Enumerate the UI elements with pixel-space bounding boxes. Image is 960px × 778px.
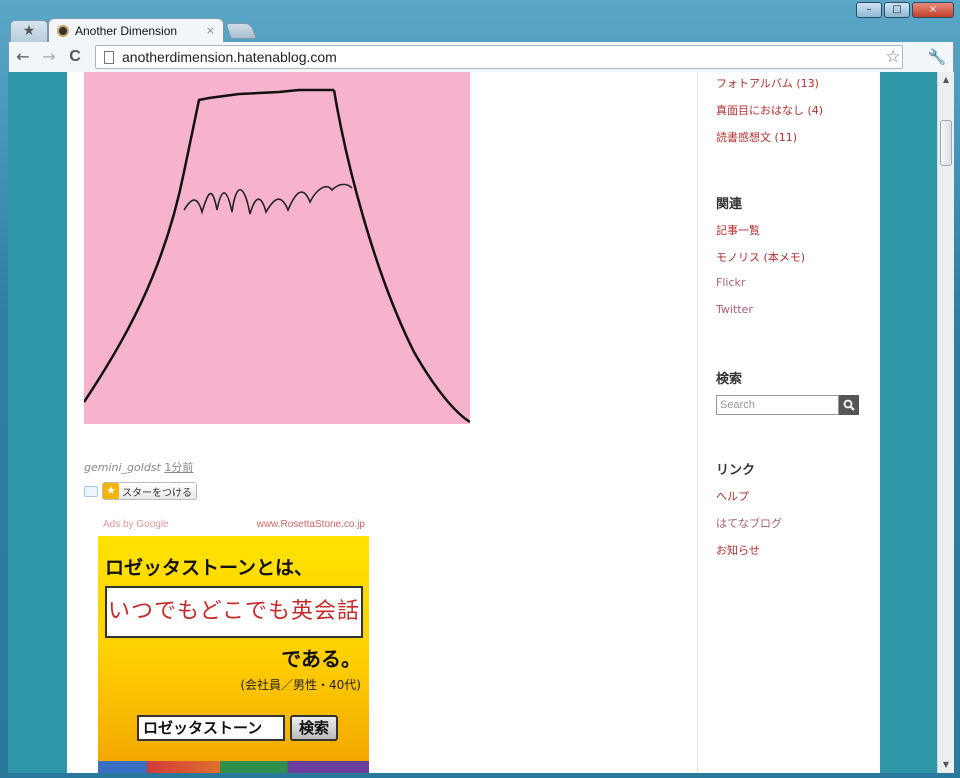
tab-close-icon[interactable]: ×	[206, 24, 215, 37]
tab-strip: ★ Another Dimension ×	[0, 14, 960, 42]
related-link-monolith[interactable]: モノリス (本メモ)	[716, 249, 805, 265]
scroll-up-arrow-icon[interactable]: ▲	[940, 74, 952, 86]
ad-desu: である。	[281, 647, 361, 671]
ads-by-google-link[interactable]: Ads by Google	[103, 519, 169, 530]
mountain-sketch	[82, 88, 471, 424]
category-link-serious-talk[interactable]: 真面目におはなし (4)	[716, 102, 823, 118]
browser-window: – □ × ★ Another Dimension × ← → C anothe…	[0, 0, 960, 778]
add-star-button[interactable]: ★ スターをつける	[102, 482, 197, 500]
search-icon[interactable]	[839, 395, 859, 415]
link-help[interactable]: ヘルプ	[716, 488, 749, 504]
category-link-photo-album[interactable]: フォトアルバム (13)	[716, 75, 819, 91]
new-tab-button[interactable]	[225, 23, 257, 39]
related-link-flickr[interactable]: Flickr	[716, 276, 745, 289]
ad-search-button[interactable]: 検索	[290, 715, 338, 741]
ad-header: Ads by Google www.RosettaStone.co.jp	[103, 519, 365, 530]
back-button[interactable]: ←	[11, 45, 35, 69]
url-text[interactable]: anotherdimension.hatenablog.com	[122, 49, 902, 65]
wrench-menu-icon[interactable]: 🔧	[925, 45, 949, 69]
blog-page: gemini_goldst 1分前 ★ スターをつける Ads by Googl…	[67, 72, 880, 773]
ad-search-input[interactable]: ロゼッタストーン	[137, 715, 285, 741]
main-column: gemini_goldst 1分前 ★ スターをつける Ads by Googl…	[67, 72, 698, 773]
timestamp-link[interactable]: 1分前	[164, 461, 193, 474]
browser-toolbar: ← → C anotherdimension.hatenablog.com ☆ …	[8, 42, 954, 72]
link-news[interactable]: お知らせ	[716, 542, 760, 558]
links-heading: リンク	[716, 463, 756, 478]
favicon-icon	[57, 24, 69, 37]
page-icon	[104, 50, 114, 64]
page-viewport: gemini_goldst 1分前 ★ スターをつける Ads by Googl…	[8, 72, 937, 773]
category-link-book-reviews[interactable]: 読書感想文 (11)	[716, 129, 797, 145]
comment-icon[interactable]	[84, 485, 98, 497]
author-name: gemini_goldst	[84, 461, 161, 474]
link-hatena-blog[interactable]: はてなブログ	[716, 515, 782, 531]
tab-active[interactable]: Another Dimension ×	[48, 18, 224, 42]
related-heading: 関連	[716, 197, 743, 212]
post-meta: gemini_goldst 1分前	[84, 459, 193, 475]
bookmarks-tab-star-icon[interactable]: ★	[10, 20, 48, 42]
related-link-twitter[interactable]: Twitter	[716, 303, 753, 316]
star-row: ★ スターをつける	[84, 482, 197, 500]
vertical-scrollbar[interactable]: ▲ ▼	[937, 72, 954, 773]
ad-image-strip	[98, 761, 369, 773]
sidebar-search: Search	[716, 395, 859, 415]
scroll-thumb[interactable]	[940, 120, 952, 166]
address-bar[interactable]: anotherdimension.hatenablog.com ☆	[95, 45, 903, 69]
related-link-archive[interactable]: 記事一覧	[716, 222, 760, 238]
fuji-drawing-image	[82, 72, 471, 424]
tab-title: Another Dimension	[75, 23, 178, 38]
ad-headline: ロゼッタストーンとは、	[105, 557, 314, 579]
ad-subtext: (会社員／男性・40代)	[240, 678, 361, 692]
bookmark-star-icon[interactable]: ☆	[882, 47, 904, 67]
star-icon: ★	[103, 483, 119, 499]
ad-domain-link[interactable]: www.RosettaStone.co.jp	[257, 519, 365, 530]
rosetta-stone-ad[interactable]: ロゼッタストーンとは、 いつでもどこでも英会話 である。 (会社員／男性・40代…	[98, 536, 369, 773]
sidebar-search-input[interactable]: Search	[716, 395, 839, 415]
search-heading: 検索	[716, 372, 743, 387]
scroll-down-arrow-icon[interactable]: ▼	[940, 759, 952, 771]
ad-tagline: いつでもどこでも英会話	[105, 586, 363, 638]
reload-button[interactable]: C	[63, 45, 87, 69]
add-star-label: スターをつける	[122, 487, 192, 499]
forward-button[interactable]: →	[37, 45, 61, 69]
